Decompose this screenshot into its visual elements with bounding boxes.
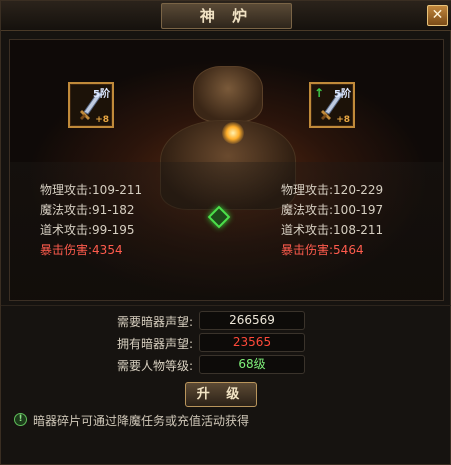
furnace-window: 神 炉 ✕ 5阶 +8 ↑ 5阶 +8 物理攻击:109-211 魔法攻击:91… — [0, 0, 451, 465]
upgrade-arrow-icon: ↑ — [314, 86, 325, 100]
required-reputation-label: 需要暗器声望: — [116, 315, 193, 329]
item-plus: +8 — [95, 115, 109, 125]
current-crit-damage: 暴击伤害:4354 — [40, 243, 123, 257]
title-bar: 神 炉 ✕ — [1, 1, 451, 31]
required-level-label: 需要人物等级: — [116, 359, 193, 373]
item-plus: +8 — [336, 115, 350, 125]
item-tier: 5阶 — [334, 89, 351, 100]
owned-reputation-label: 拥有暗器声望: — [116, 337, 193, 351]
required-reputation-value: 266569 — [199, 311, 305, 330]
info-icon: ! — [14, 413, 27, 426]
next-taoist-attack: 道术攻击:108-211 — [281, 223, 384, 237]
next-magic-attack: 魔法攻击:100-197 — [281, 203, 384, 217]
hint-text: 暗器碎片可通过降魔任务或充值活动获得 — [33, 414, 250, 428]
divider — [1, 305, 451, 306]
owned-reputation-value: 23565 — [199, 333, 305, 352]
next-physical-attack: 物理攻击:120-229 — [281, 183, 384, 197]
current-taoist-attack: 道术攻击:99-195 — [40, 223, 135, 237]
furnace-scene: 5阶 +8 ↑ 5阶 +8 物理攻击:109-211 魔法攻击:91-182 道… — [9, 39, 444, 301]
current-physical-attack: 物理攻击:109-211 — [40, 183, 143, 197]
required-level-value: 68级 — [199, 355, 305, 374]
close-button[interactable]: ✕ — [427, 5, 448, 26]
furnace-lid-image — [193, 66, 263, 122]
window-title: 神 炉 — [161, 3, 292, 29]
current-item-slot[interactable]: 5阶 +8 — [68, 82, 114, 128]
current-magic-attack: 魔法攻击:91-182 — [40, 203, 135, 217]
flame-glow — [222, 122, 244, 144]
upgrade-button[interactable]: 升 级 — [185, 382, 257, 407]
item-tier: 5阶 — [93, 89, 110, 100]
next-item-slot[interactable]: ↑ 5阶 +8 — [309, 82, 355, 128]
next-crit-damage: 暴击伤害:5464 — [281, 243, 364, 257]
